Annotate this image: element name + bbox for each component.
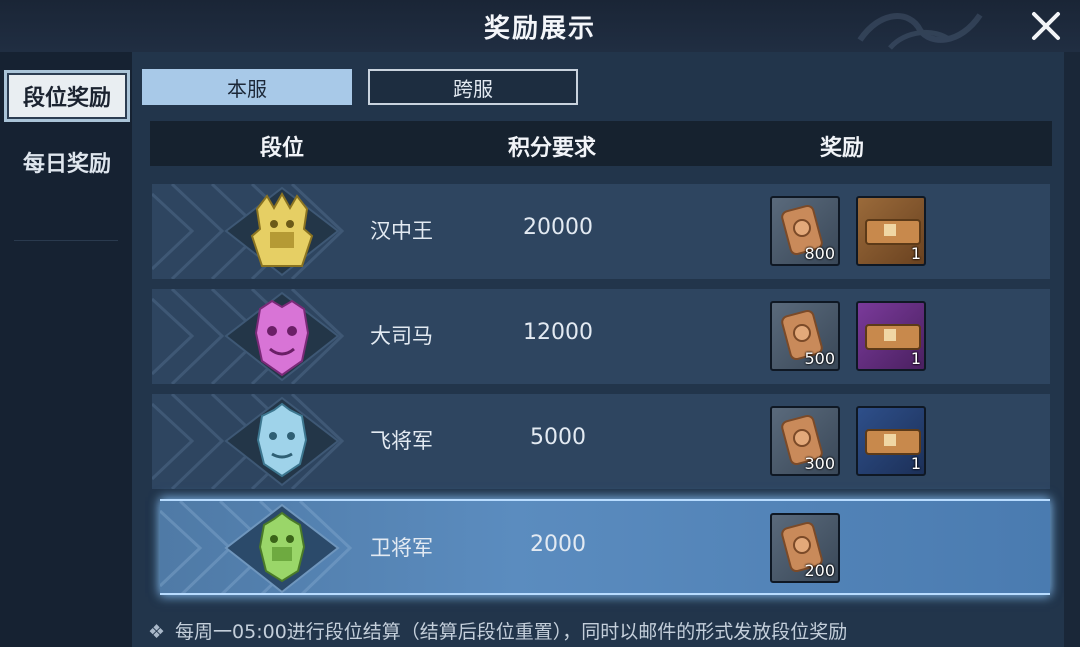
rank-name: 飞将军 <box>370 429 433 453</box>
diamond-bullet-icon: ❖ <box>148 621 166 643</box>
table-header: 段位 积分要求 奖励 <box>150 121 1052 166</box>
reward-count: 1 <box>910 349 921 368</box>
right-edge-strip <box>1064 52 1080 647</box>
rank-emblem <box>222 394 342 489</box>
rank-score: 20000 <box>523 215 593 240</box>
sidebar: 段位奖励 每日奖励 <box>0 52 132 647</box>
rank-emblem <box>222 184 342 279</box>
rank-name: 大司马 <box>370 324 433 348</box>
reward-count: 200 <box>804 561 835 580</box>
tab-local-server[interactable]: 本服 <box>142 69 352 105</box>
rank-emblem <box>222 289 342 384</box>
close-button[interactable] <box>1026 6 1066 46</box>
table-row[interactable]: 汉中王 20000 800 1 <box>152 184 1050 279</box>
rank-name: 汉中王 <box>370 219 433 243</box>
settlement-note: ❖ 每周一05:00进行段位结算（结算后段位重置），同时以邮件的形式发放段位奖励 <box>148 617 847 644</box>
rank-score: 12000 <box>523 320 593 345</box>
reward-slot[interactable]: 500 <box>770 301 840 371</box>
reward-count: 1 <box>910 244 921 263</box>
reward-slot[interactable]: 1 <box>856 406 926 476</box>
table-row-current[interactable]: 卫将军 2000 200 <box>160 499 1050 595</box>
table-row[interactable]: 大司马 12000 500 1 <box>152 289 1050 384</box>
reward-count: 300 <box>804 454 835 473</box>
reward-count: 800 <box>804 244 835 263</box>
table-row[interactable]: 飞将军 5000 300 1 <box>152 394 1050 489</box>
guard-general-emblem-icon <box>224 503 340 593</box>
tab-cross-server[interactable]: 跨服 <box>368 69 578 105</box>
sidebar-divider <box>14 240 118 241</box>
rank-score: 2000 <box>530 532 586 557</box>
reward-count: 1 <box>910 454 921 473</box>
close-icon <box>1032 12 1060 40</box>
reward-slot[interactable]: 800 <box>770 196 840 266</box>
header-rank: 段位 <box>260 136 305 161</box>
rank-score: 5000 <box>530 425 586 450</box>
king-emblem-icon <box>224 186 340 277</box>
header-score: 积分要求 <box>508 136 597 161</box>
settlement-note-text: 每周一05:00进行段位结算（结算后段位重置），同时以邮件的形式发放段位奖励 <box>175 621 848 643</box>
main-panel: 本服 跨服 段位 积分要求 奖励 汉中王 20000 800 1 大司马 120… <box>132 52 1064 647</box>
reward-count: 500 <box>804 349 835 368</box>
marshal-emblem-icon <box>224 291 340 382</box>
reward-slot[interactable]: 1 <box>856 196 926 266</box>
reward-slot[interactable]: 200 <box>770 513 840 583</box>
title-bar: 奖励展示 <box>0 0 1080 52</box>
cloud-ornament-icon <box>857 13 983 50</box>
rank-emblem <box>222 501 342 593</box>
rank-name: 卫将军 <box>370 536 433 560</box>
tab-daily-rewards[interactable]: 每日奖励 <box>4 136 130 188</box>
tab-rank-rewards[interactable]: 段位奖励 <box>4 70 130 122</box>
header-reward: 奖励 <box>820 136 865 161</box>
general-emblem-icon <box>224 396 340 487</box>
reward-slot[interactable]: 300 <box>770 406 840 476</box>
reward-slot[interactable]: 1 <box>856 301 926 371</box>
